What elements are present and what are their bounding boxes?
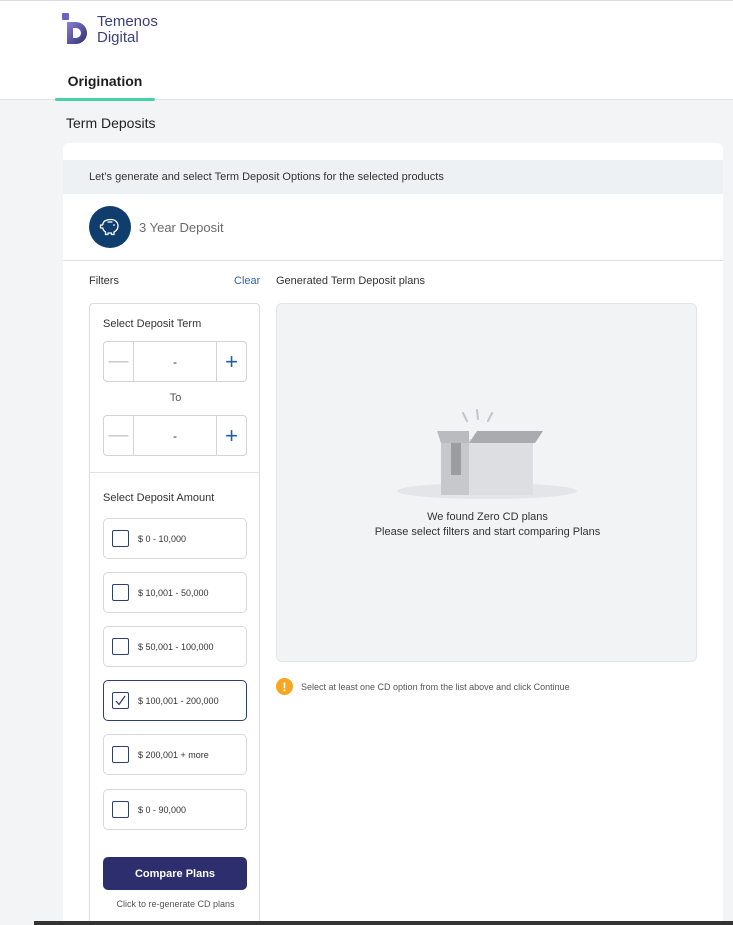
compare-plans-button[interactable]: Compare Plans <box>103 857 247 890</box>
amount-option[interactable]: $ 0 - 10,000 <box>103 518 247 559</box>
checkbox[interactable] <box>112 584 129 601</box>
filter-divider <box>90 472 259 473</box>
checkbox-checked[interactable] <box>112 692 129 709</box>
amount-option[interactable]: $ 0 - 90,000 <box>103 789 247 830</box>
info-banner: Let’s generate and select Term Deposit O… <box>63 160 723 194</box>
term-to-stepper: — - + <box>103 415 247 456</box>
amount-option-label: $ 50,001 - 100,000 <box>138 641 214 652</box>
amount-option-label: $ 10,001 - 50,000 <box>138 587 209 598</box>
temenos-logo-icon <box>62 13 92 46</box>
filter-panel: Select Deposit Term — - + To — - + Selec… <box>89 303 260 925</box>
checkbox[interactable] <box>112 801 129 818</box>
hint-text: Select at least one CD option from the l… <box>301 681 570 692</box>
checkbox[interactable] <box>112 638 129 655</box>
checkbox[interactable] <box>112 530 129 547</box>
amount-option-label: $ 200,001 + more <box>138 749 209 760</box>
product-name: 3 Year Deposit <box>139 219 224 235</box>
filters-label: Filters <box>89 275 119 287</box>
term-to-increment-button[interactable]: + <box>216 416 246 455</box>
term-from-decrement-button[interactable]: — <box>104 342 134 381</box>
checkmark-icon <box>115 695 126 706</box>
amount-option[interactable]: $ 200,001 + more <box>103 734 247 775</box>
amount-option-label: $ 100,001 - 200,000 <box>138 695 219 706</box>
brand-name: Temenos Digital <box>97 12 158 46</box>
term-to-value[interactable]: - <box>134 416 216 455</box>
amount-option-label: $ 0 - 10,000 <box>138 533 187 544</box>
bottom-edge-bar <box>34 921 733 925</box>
piggy-bank-icon <box>89 206 131 248</box>
term-to-decrement-button[interactable]: — <box>104 416 134 455</box>
brand-logo[interactable]: Temenos Digital <box>62 13 158 46</box>
regenerate-hint: Click to re-generate CD plans <box>116 899 235 909</box>
term-from-value[interactable]: - <box>134 342 216 381</box>
warning-icon: ! <box>276 678 293 695</box>
term-to-label: To <box>169 392 182 404</box>
amount-option[interactable]: $ 50,001 - 100,000 <box>103 626 247 667</box>
amount-option-selected[interactable]: $ 100,001 - 200,000 <box>103 680 247 721</box>
amount-option-label: $ 0 - 90,000 <box>138 804 187 815</box>
deposit-term-label: Select Deposit Term <box>103 318 202 330</box>
product-header: 3 Year Deposit <box>89 206 224 248</box>
term-from-stepper: — - + <box>103 341 247 382</box>
deposit-amount-label: Select Deposit Amount <box>103 492 215 504</box>
section-divider <box>63 260 723 261</box>
brand-line2: Digital <box>97 28 139 46</box>
generated-plans-label: Generated Term Deposit plans <box>276 275 425 287</box>
amount-option[interactable]: $ 10,001 - 50,000 <box>103 572 247 613</box>
empty-box-icon <box>395 409 580 509</box>
brand-line1: Temenos <box>97 12 158 30</box>
empty-state-message: Please select filters and start comparin… <box>374 526 601 538</box>
app-header: Temenos Digital Origination <box>0 0 733 101</box>
empty-state-title: We found Zero CD plans <box>427 511 548 523</box>
tab-origination[interactable]: Origination <box>55 73 155 101</box>
continue-hint: ! Select at least one CD option from the… <box>276 678 570 695</box>
term-from-increment-button[interactable]: + <box>216 342 246 381</box>
clear-filters-link[interactable]: Clear <box>234 275 260 287</box>
page-title: Term Deposits <box>66 115 156 131</box>
checkbox[interactable] <box>112 746 129 763</box>
term-deposit-card: Let’s generate and select Term Deposit O… <box>63 143 723 925</box>
plans-results-area: We found Zero CD plans Please select fil… <box>276 303 697 662</box>
